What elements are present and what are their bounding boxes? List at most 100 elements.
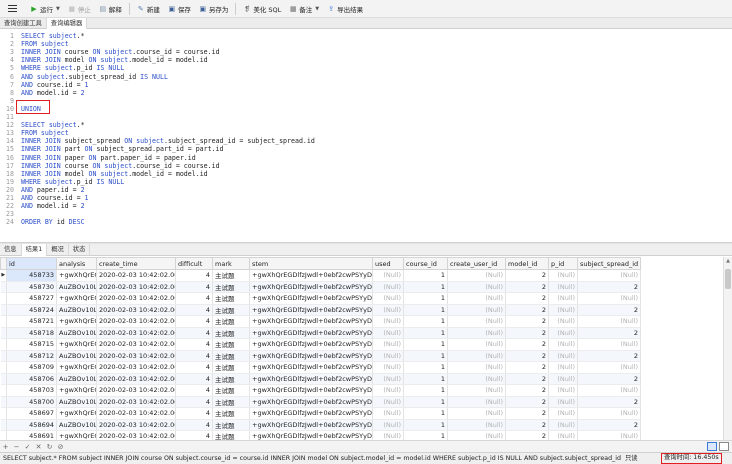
cell-mark[interactable]: 主试题 bbox=[212, 407, 250, 420]
cell-subject-spread-id[interactable]: (Null) bbox=[577, 315, 641, 328]
cell-mark[interactable]: 主试题 bbox=[212, 384, 250, 397]
cell-course-id[interactable]: 1 bbox=[403, 430, 448, 440]
cell-create-user-id[interactable]: (Null) bbox=[447, 304, 506, 316]
table-row[interactable]: 458694AuZBOv10L22020-02-03 10:42:02.0000… bbox=[0, 419, 641, 431]
cell-used[interactable]: (Null) bbox=[372, 338, 404, 351]
cell-id[interactable]: 458727 bbox=[6, 292, 57, 305]
cell-analysis[interactable]: +gwXhQrEG bbox=[56, 338, 97, 351]
column-header-model-id[interactable]: model_id bbox=[505, 257, 549, 270]
cell-create-time[interactable]: 2020-02-03 10:42:02.0000 bbox=[96, 292, 176, 305]
new-query-button[interactable]: ✎ 新建 bbox=[133, 2, 164, 16]
cell-used[interactable]: (Null) bbox=[372, 315, 404, 328]
cell-create-time[interactable]: 2020-02-03 10:42:02.0000 bbox=[96, 384, 176, 397]
column-header-mark[interactable]: mark bbox=[212, 257, 250, 270]
cell-p-id[interactable]: (Null) bbox=[548, 419, 578, 431]
cell-id[interactable]: 458718 bbox=[6, 327, 57, 339]
table-row[interactable]: 458697+gwXhQrEG2020-02-03 10:42:02.00004… bbox=[0, 407, 641, 420]
cell-difficult[interactable]: 4 bbox=[175, 419, 213, 431]
cell-model-id[interactable]: 2 bbox=[505, 419, 549, 431]
tab-info[interactable]: 信息 bbox=[0, 244, 22, 256]
cell-subject-spread-id[interactable]: 2 bbox=[577, 327, 641, 339]
cell-subject-spread-id[interactable]: (Null) bbox=[577, 407, 641, 420]
cell-used[interactable]: (Null) bbox=[372, 327, 404, 339]
cell-analysis[interactable]: +gwXhQrEG bbox=[56, 430, 97, 440]
cell-model-id[interactable]: 2 bbox=[505, 407, 549, 420]
result-grid[interactable]: id analysis create_time difficult mark stem us… bbox=[0, 257, 723, 440]
table-row[interactable]: 458703+gwXhQrEG2020-02-03 10:42:02.00004… bbox=[0, 384, 641, 397]
cell-used[interactable]: (Null) bbox=[372, 407, 404, 420]
cell-used[interactable]: (Null) bbox=[372, 361, 404, 374]
cell-model-id[interactable]: 2 bbox=[505, 373, 549, 385]
cell-mark[interactable]: 主试题 bbox=[212, 430, 250, 440]
cell-model-id[interactable]: 2 bbox=[505, 350, 549, 362]
tab-profile[interactable]: 概况 bbox=[47, 244, 69, 256]
column-header-difficult[interactable]: difficult bbox=[175, 257, 213, 270]
cell-create-user-id[interactable]: (Null) bbox=[447, 396, 506, 408]
cell-analysis[interactable]: +gwXhQrEG bbox=[56, 292, 97, 305]
cell-difficult[interactable]: 4 bbox=[175, 338, 213, 351]
scrollbar-thumb[interactable] bbox=[725, 269, 731, 289]
column-header-analysis[interactable]: analysis bbox=[56, 257, 97, 270]
cell-difficult[interactable]: 4 bbox=[175, 373, 213, 385]
run-button[interactable]: ▶ 运行 ▼ bbox=[26, 2, 64, 16]
cell-analysis[interactable]: AuZBOv10L2 bbox=[56, 419, 97, 431]
cell-id[interactable]: 458697 bbox=[6, 407, 57, 420]
cell-p-id[interactable]: (Null) bbox=[548, 315, 578, 328]
tab-query-editor[interactable]: 查询编辑器 bbox=[46, 18, 88, 29]
cell-stem[interactable]: +gwXhQrEGDlfzJwdl+0ebf2cwPSYyDpml: bbox=[249, 384, 373, 397]
cell-model-id[interactable]: 2 bbox=[505, 292, 549, 305]
cell-create-user-id[interactable]: (Null) bbox=[447, 407, 506, 420]
cell-course-id[interactable]: 1 bbox=[403, 361, 448, 374]
table-row[interactable]: 458715+gwXhQrEG2020-02-03 10:42:02.00004… bbox=[0, 338, 641, 351]
cell-model-id[interactable]: 2 bbox=[505, 269, 549, 282]
scroll-up-icon[interactable]: ▲ bbox=[724, 258, 732, 264]
cell-mark[interactable]: 主试题 bbox=[212, 315, 250, 328]
cell-analysis[interactable]: AuZBOv10L2 bbox=[56, 396, 97, 408]
cell-stem[interactable]: +gwXhQrEGDlfzJwdl+0ebf2cwPSYyDpml: bbox=[249, 430, 373, 440]
stop-loading-button[interactable]: ⊘ bbox=[55, 442, 66, 452]
cell-stem[interactable]: +gwXhQrEGDlfzJwdl+0ebf2cwPSYyDpml: bbox=[249, 396, 373, 408]
table-row[interactable]: 458718AuZBOv10L22020-02-03 10:42:02.0000… bbox=[0, 327, 641, 339]
column-header-stem[interactable]: stem bbox=[249, 257, 373, 270]
cell-p-id[interactable]: (Null) bbox=[548, 292, 578, 305]
cell-used[interactable]: (Null) bbox=[372, 269, 404, 282]
cell-create-time[interactable]: 2020-02-03 10:42:02.0000 bbox=[96, 419, 176, 431]
cell-analysis[interactable]: +gwXhQrEG bbox=[56, 361, 97, 374]
column-header-create-user-id[interactable]: create_user_id bbox=[447, 257, 506, 270]
cell-create-time[interactable]: 2020-02-03 10:42:02.0000 bbox=[96, 304, 176, 316]
export-result-button[interactable]: ⇪ 导出结果 bbox=[323, 2, 367, 16]
cell-difficult[interactable]: 4 bbox=[175, 327, 213, 339]
column-header-create-time[interactable]: create_time bbox=[96, 257, 176, 270]
column-header-p-id[interactable]: p_id bbox=[548, 257, 578, 270]
table-row[interactable]: 458691+gwXhQrEG2020-02-03 10:42:02.00004… bbox=[0, 430, 641, 440]
cell-course-id[interactable]: 1 bbox=[403, 396, 448, 408]
cell-create-user-id[interactable]: (Null) bbox=[447, 327, 506, 339]
cell-analysis[interactable]: AuZBOv10L2 bbox=[56, 327, 97, 339]
cell-p-id[interactable]: (Null) bbox=[548, 338, 578, 351]
cell-stem[interactable]: +gwXhQrEGDlfzJwdl+0ebf2cwPSYyDpml: bbox=[249, 281, 373, 293]
cell-course-id[interactable]: 1 bbox=[403, 407, 448, 420]
delete-record-button[interactable]: − bbox=[11, 442, 22, 452]
cell-id[interactable]: 458712 bbox=[6, 350, 57, 362]
cell-id[interactable]: 458724 bbox=[6, 304, 57, 316]
cell-mark[interactable]: 主试题 bbox=[212, 419, 250, 431]
cell-subject-spread-id[interactable]: 2 bbox=[577, 373, 641, 385]
cell-create-user-id[interactable]: (Null) bbox=[447, 269, 506, 282]
cell-create-time[interactable]: 2020-02-03 10:42:02.0000 bbox=[96, 396, 176, 408]
cell-used[interactable]: (Null) bbox=[372, 419, 404, 431]
cell-used[interactable]: (Null) bbox=[372, 304, 404, 316]
cell-create-user-id[interactable]: (Null) bbox=[447, 430, 506, 440]
cell-difficult[interactable]: 4 bbox=[175, 430, 213, 440]
table-row[interactable]: 458724AuZBOv10L22020-02-03 10:42:02.0000… bbox=[0, 304, 641, 316]
table-row[interactable]: 458712AuZBOv10L22020-02-03 10:42:02.0000… bbox=[0, 350, 641, 362]
table-row[interactable]: 458700AuZBOv10L22020-02-03 10:42:02.0000… bbox=[0, 396, 641, 408]
cell-id[interactable]: 458709 bbox=[6, 361, 57, 374]
cell-p-id[interactable]: (Null) bbox=[548, 269, 578, 282]
cell-p-id[interactable]: (Null) bbox=[548, 384, 578, 397]
cell-difficult[interactable]: 4 bbox=[175, 361, 213, 374]
cell-stem[interactable]: +gwXhQrEGDlfzJwdl+0ebf2cwPSYyDpml: bbox=[249, 338, 373, 351]
cell-stem[interactable]: +gwXhQrEGDlfzJwdl+0ebf2cwPSYyDpml: bbox=[249, 361, 373, 374]
cell-model-id[interactable]: 2 bbox=[505, 384, 549, 397]
cell-id[interactable]: 458721 bbox=[6, 315, 57, 328]
cell-subject-spread-id[interactable]: 2 bbox=[577, 396, 641, 408]
